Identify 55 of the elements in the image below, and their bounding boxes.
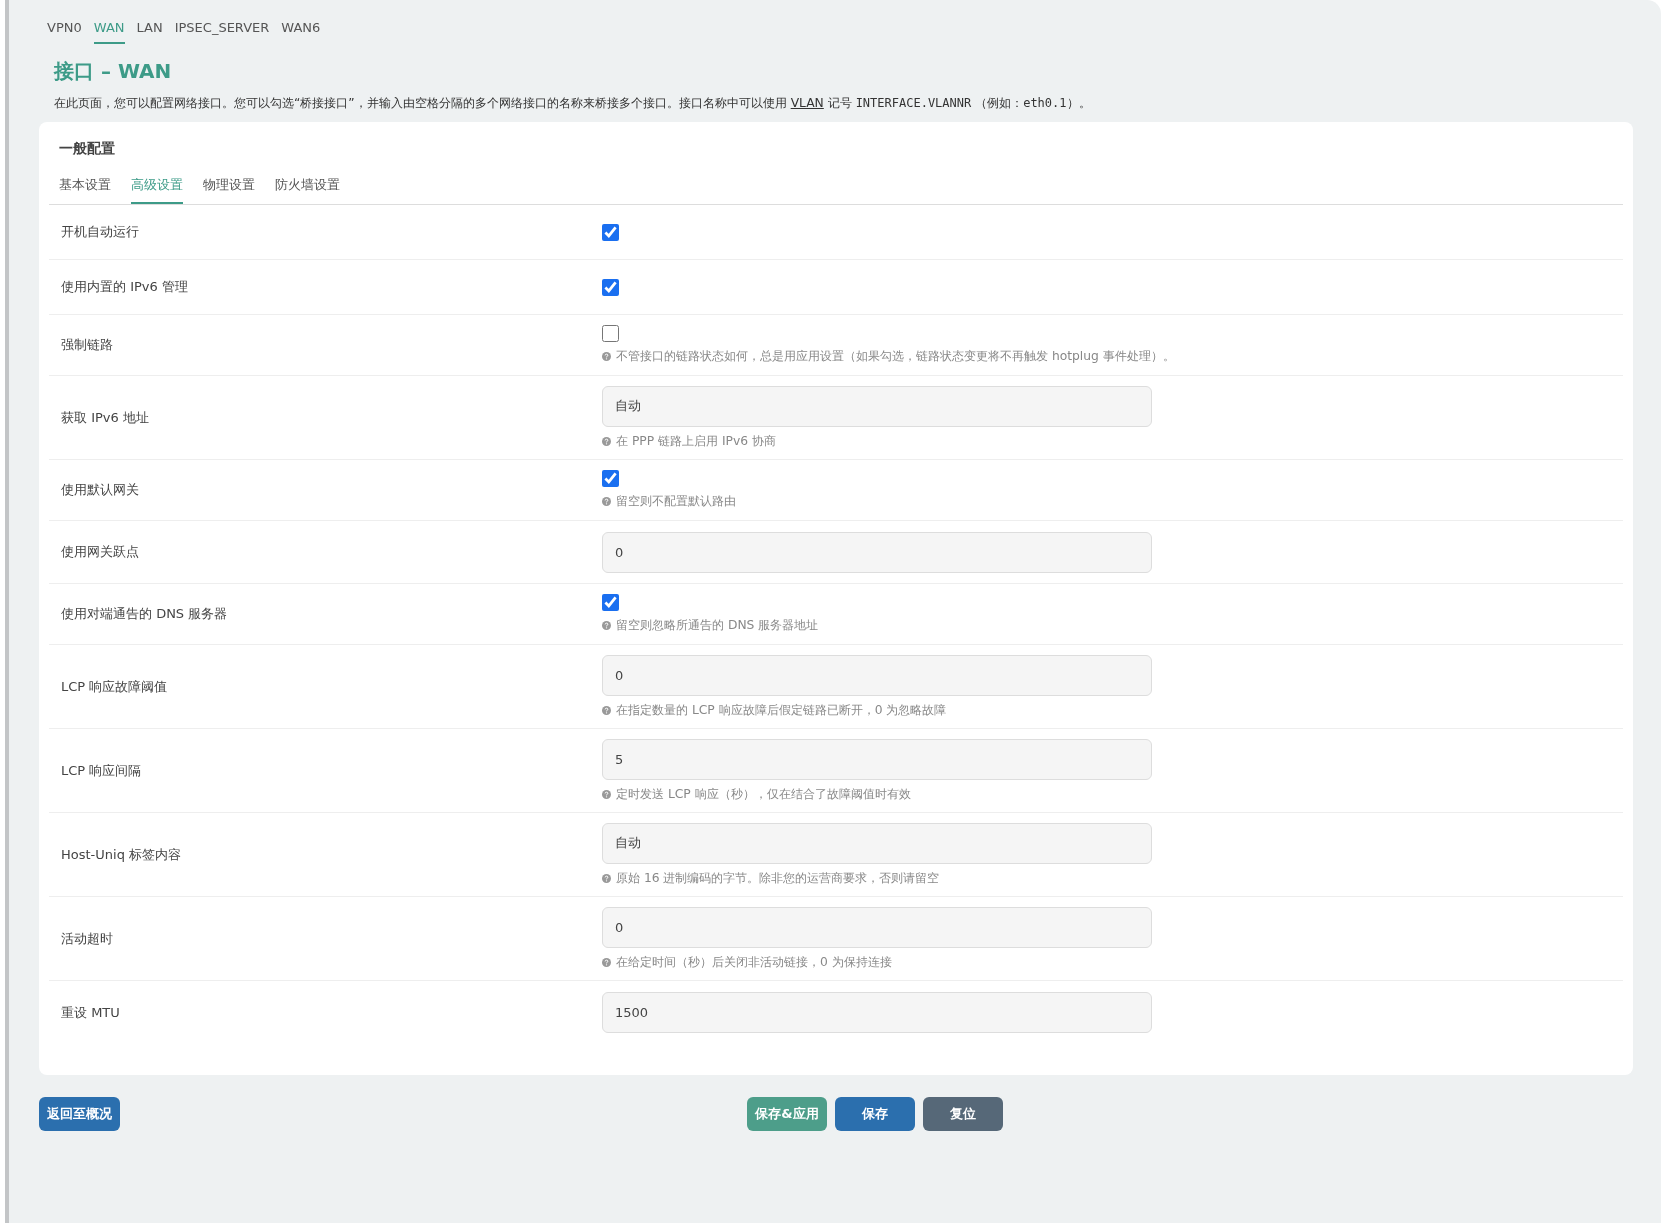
- save-button[interactable]: 保存: [835, 1097, 915, 1131]
- help-text: 不管接口的链路状态如何，总是用应用设置（如果勾选，链路状态变更将不再触发 hotplug 事件处理）。: [616, 348, 1175, 365]
- help-text: 定时发送 LCP 响应（秒），仅在结合了故障阈值时有效: [616, 785, 911, 803]
- checkbox[interactable]: [602, 470, 619, 487]
- help-text: 在给定时间（秒）后关闭非活动链接，0 为保持连接: [616, 953, 892, 971]
- checkbox[interactable]: [602, 278, 619, 296]
- settings-tab[interactable]: 基本设置: [59, 176, 111, 204]
- text-input[interactable]: 0: [602, 531, 1152, 573]
- field-label: Host-Uniq 标签内容: [61, 845, 183, 864]
- field-label: 使用网关跃点: [61, 543, 140, 561]
- checkbox[interactable]: [602, 594, 619, 611]
- help-icon: [602, 957, 611, 967]
- field-label: 重设 MTU: [61, 1003, 121, 1022]
- text-input[interactable]: 自动: [602, 385, 1152, 427]
- field-label: 使用内置的 IPv6 管理: [61, 278, 189, 296]
- back-button[interactable]: 返回至概况: [39, 1097, 120, 1131]
- checkbox[interactable]: [602, 223, 619, 241]
- field-label: 使用默认网关: [61, 481, 140, 499]
- help-icon: [602, 705, 611, 715]
- field-label: 开机自动运行: [61, 223, 140, 241]
- checkbox[interactable]: [602, 325, 619, 342]
- help-icon: [602, 873, 611, 883]
- page-description: 在此页面，您可以配置网络接口。您可以勾选“桥接接口”，并输入由空格分隔的多个网络接口的名称来桥接多个接口。接口名称中可以使用 VLAN 记号 INTERFACE.VLANNR （例如：eth0.1）。: [54, 95, 1092, 112]
- help-icon: [602, 352, 611, 361]
- help-icon: [602, 497, 611, 506]
- page-title: 接口 – WAN: [54, 58, 173, 85]
- text-input[interactable]: 1500: [602, 992, 1152, 1033]
- field-label: 活动超时: [61, 929, 114, 948]
- help-text: 留空则不配置默认路由: [616, 493, 736, 510]
- field-label: 使用对端通告的 DNS 服务器: [61, 605, 229, 623]
- help-text: 在指定数量的 LCP 响应故障后假定链路已断开，0 为忽略故障: [616, 701, 947, 719]
- text-input[interactable]: 自动: [602, 822, 1152, 864]
- field-label: 获取 IPv6 地址: [61, 408, 150, 427]
- section-title: 一般配置: [58, 139, 116, 158]
- interface-tab[interactable]: IPSEC_SERVER: [174, 14, 270, 44]
- vlan-link[interactable]: VLAN: [790, 96, 824, 110]
- help-icon: [602, 621, 611, 630]
- help-text: 在 PPP 链路上启用 IPv6 协商: [616, 432, 777, 450]
- settings-tab[interactable]: 物理设置: [203, 176, 255, 204]
- text-input[interactable]: 5: [602, 738, 1152, 780]
- field-label: LCP 响应故障阈值: [61, 677, 169, 696]
- settings-tab[interactable]: 防火墙设置: [275, 176, 340, 204]
- settings-tab[interactable]: 高级设置: [131, 176, 183, 204]
- interface-tab[interactable]: LAN: [136, 14, 163, 44]
- field-label: 强制链路: [61, 336, 114, 354]
- help-text: 留空则忽略所通告的 DNS 服务器地址: [616, 617, 819, 634]
- help-icon: [602, 789, 611, 799]
- interface-tab[interactable]: VPN0: [47, 14, 82, 44]
- interface-tab[interactable]: WAN6: [281, 14, 321, 44]
- field-label: LCP 响应间隔: [61, 761, 143, 780]
- help-text: 原始 16 进制编码的字节。除非您的运营商要求，否则请留空: [616, 869, 940, 887]
- text-input[interactable]: 0: [602, 906, 1152, 948]
- text-input[interactable]: 0: [602, 654, 1152, 696]
- reset-button[interactable]: 复位: [923, 1097, 1003, 1131]
- help-icon: [602, 436, 611, 446]
